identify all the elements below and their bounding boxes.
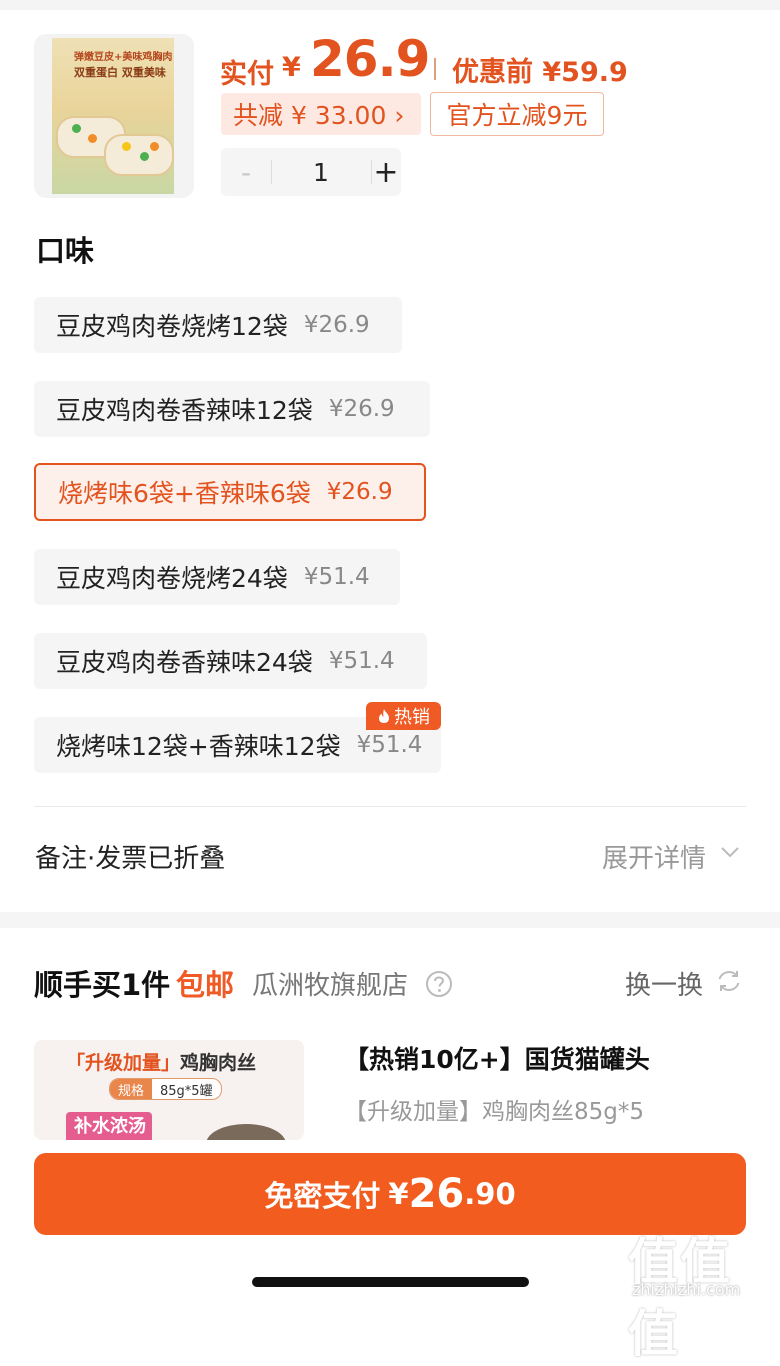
total-saving-button[interactable]: 共减 ¥ 33.00 › (221, 93, 421, 135)
can-label: 补水浓汤 (66, 1112, 152, 1140)
pay-currency: ¥ (388, 1177, 409, 1211)
pea-dot (72, 124, 81, 133)
product-image: 弹嫩豆皮+美味鸡胸肉 双重蛋白 双重美味 (52, 38, 174, 194)
flavor-option-label: 豆皮鸡肉卷香辣味12袋 (56, 396, 313, 425)
spec-value: 85g*5罐 (160, 1083, 213, 1099)
addon-image-headline: 「升级加量」鸡胸肉丝 (66, 1048, 256, 1075)
spec-key: 规格 (110, 1079, 153, 1099)
flame-icon (379, 709, 389, 723)
decrease-button[interactable]: - (221, 148, 271, 196)
divider (34, 806, 746, 807)
home-indicator[interactable] (252, 1277, 529, 1287)
top-band (0, 0, 780, 10)
pay-amount-int: 26 (408, 1171, 465, 1217)
product-thumbnail[interactable]: 弹嫩豆皮+美味鸡胸肉 双重蛋白 双重美味 (34, 34, 194, 198)
expand-details-button[interactable]: 展开详情 (602, 838, 706, 875)
increase-button[interactable]: + (371, 148, 401, 196)
paid-currency: ¥ (282, 52, 301, 83)
paid-label: 实付 (220, 59, 274, 90)
chevron-down-icon[interactable] (720, 845, 740, 859)
free-shipping-label: 包邮 (176, 968, 235, 1002)
pay-label: 免密支付 (264, 1179, 381, 1213)
quantity-stepper: - 1 + (221, 148, 401, 196)
addon-product-name[interactable]: 【热销10亿+】国货猫罐头 (344, 1040, 650, 1076)
food-roll-shape (104, 134, 174, 176)
flavor-option-price: ¥26.9 (328, 396, 395, 422)
refresh-icon[interactable] (715, 967, 743, 995)
flavor-option-price: ¥51.4 (356, 732, 423, 758)
addon-title: 顺手买1件 (34, 968, 171, 1002)
watermark-url: zhizhizhi.com (632, 1280, 741, 1299)
hot-sale-badge: 热销 (366, 702, 441, 730)
flavor-option[interactable]: 豆皮鸡肉卷香辣味12袋 ¥26.9 (34, 381, 430, 437)
flavor-option-price: ¥51.4 (303, 564, 370, 590)
quantity-value[interactable]: 1 (271, 148, 371, 196)
flavor-option-label: 豆皮鸡肉卷烧烤12袋 (56, 312, 288, 341)
flavor-option[interactable]: 豆皮鸡肉卷烧烤12袋 ¥26.9 (34, 297, 402, 353)
flavor-option[interactable]: 豆皮鸡肉卷烧烤24袋 ¥51.4 (34, 549, 400, 605)
product-image-text-2: 双重蛋白 双重美味 (74, 66, 166, 79)
flavor-option-price: ¥26.9 (303, 312, 370, 338)
carrot-dot (88, 134, 97, 143)
flavor-option-label: 烧烤味12袋+香辣味12袋 (56, 732, 341, 761)
notes-invoice-label: 备注·发票已折叠 (35, 844, 226, 874)
flavor-option-label: 豆皮鸡肉卷香辣味24袋 (56, 648, 313, 677)
shop-name[interactable]: 瓜洲牧旗舰店 (252, 965, 408, 1002)
flavor-option-price: ¥26.9 (326, 479, 393, 505)
flavor-option-selected[interactable]: 烧烤味6袋+香辣味6袋 ¥26.9 (34, 463, 426, 521)
food-bowl-shape (206, 1124, 286, 1140)
flavor-option-label: 豆皮鸡肉卷烧烤24袋 (56, 564, 288, 593)
addon-product-image[interactable]: 「升级加量」鸡胸肉丝 规格 85g*5罐 补水浓汤 (34, 1040, 304, 1140)
hot-sale-label: 热销 (394, 707, 430, 728)
addon-image-spec: 规格 85g*5罐 (109, 1078, 222, 1100)
addon-image-title: 鸡胸肉丝 (180, 1052, 257, 1074)
paid-price: 26.9 (310, 30, 430, 88)
pay-amount-dec: .90 (464, 1177, 516, 1211)
flavor-option-price: ¥51.4 (328, 648, 395, 674)
corn-dot (122, 142, 131, 151)
flavor-heading: 口味 (36, 234, 95, 268)
price-divider (434, 58, 436, 80)
flavor-option-label: 烧烤味6袋+香辣味6袋 (58, 479, 311, 508)
original-price: 优惠前 ¥59.9 (452, 57, 628, 88)
addon-product-sku: 【升级加量】鸡胸肉丝85g*5 (344, 1099, 644, 1125)
carrot-dot (150, 142, 159, 151)
flavor-option[interactable]: 豆皮鸡肉卷香辣味24袋 ¥51.4 (34, 633, 427, 689)
product-image-text-1: 弹嫩豆皮+美味鸡胸肉 (74, 52, 173, 63)
question-icon[interactable] (425, 970, 453, 998)
pea-dot (140, 152, 149, 161)
addon-image-accent: 「升级加量」 (66, 1052, 181, 1074)
section-gap (0, 912, 780, 928)
switch-button[interactable]: 换一换 (625, 965, 703, 1002)
promo-tag: 官方立减9元 (430, 92, 604, 136)
